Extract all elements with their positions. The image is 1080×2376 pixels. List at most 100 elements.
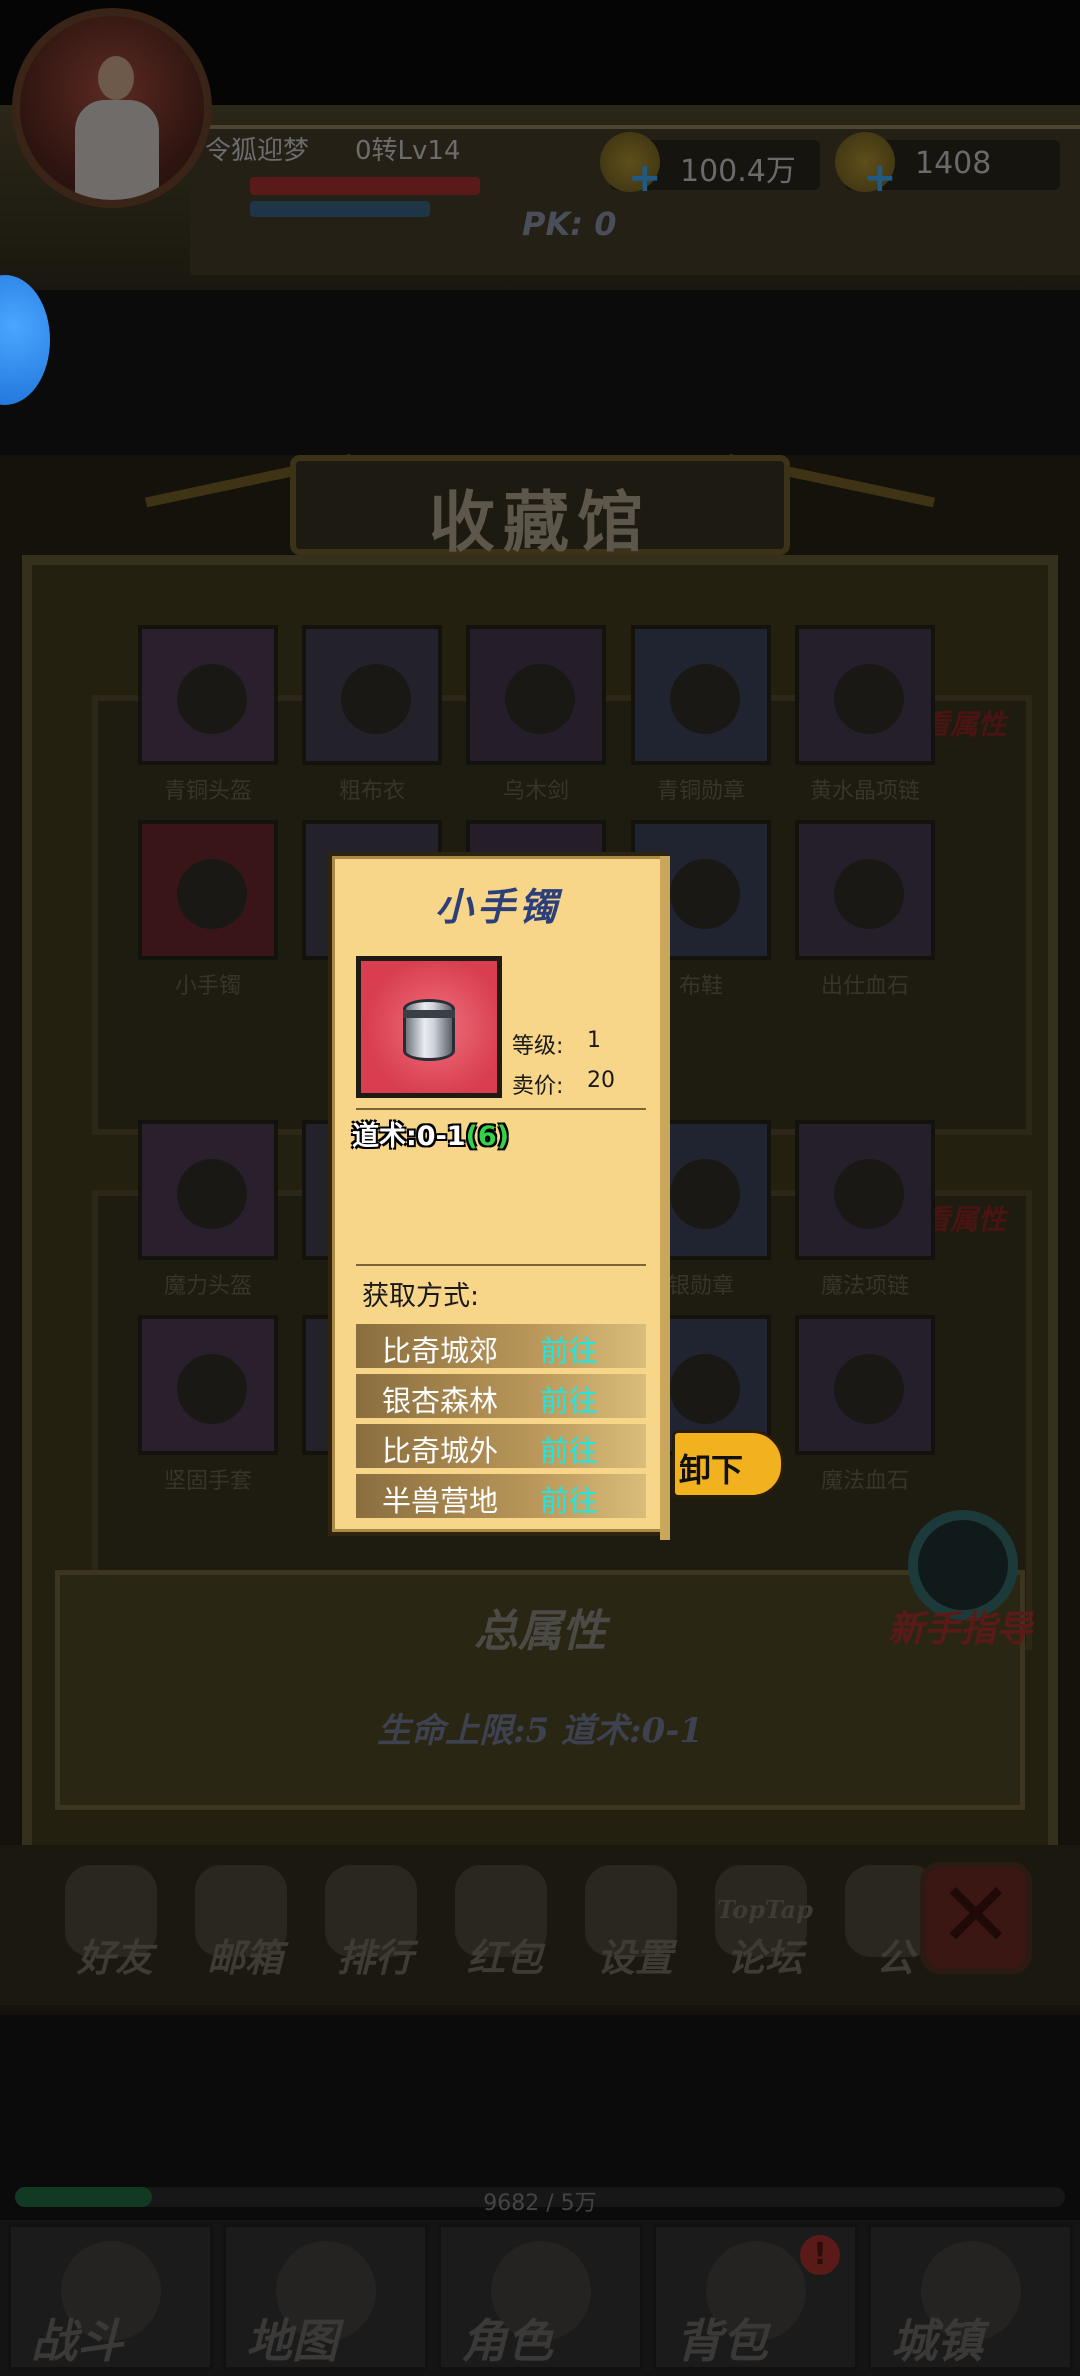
collection-slot-label: 黄水晶项链 xyxy=(809,779,920,804)
item-icon xyxy=(505,664,575,734)
toolbar-label: 好友 xyxy=(76,1935,153,1980)
source-row: 银杏森林 前往 xyxy=(356,1374,646,1418)
total-attributes-panel: 总属性 生命上限:5 道术:0-1 xyxy=(55,1570,1025,1810)
bottom-nav-4[interactable]: 城镇 xyxy=(868,2224,1073,2370)
collection-slot-label: 魔力头盔 xyxy=(163,1274,252,1299)
bottom-nav-2[interactable]: 角色 xyxy=(438,2224,643,2370)
close-museum-button[interactable]: ✕ xyxy=(920,1862,1032,1974)
toolbar-button-2[interactable]: 排行 xyxy=(315,1865,425,1995)
item-tooltip: 小手镯 等级: 1 卖价: 20 道术:0-1(6) 获取方式: 比奇城郊 前往银… xyxy=(328,852,670,1540)
item-icon xyxy=(177,1159,247,1229)
nav-label: 角色 xyxy=(461,2314,553,2368)
collection-slot[interactable] xyxy=(466,625,606,765)
total-attributes-values: 生命上限:5 道术:0-1 xyxy=(376,1711,704,1751)
toolbar-label: 设置 xyxy=(596,1935,673,1980)
bag-alert-badge: ! xyxy=(800,2235,840,2275)
collection-slot-label: 粗布衣 xyxy=(338,779,405,804)
avatar-head xyxy=(98,56,134,100)
toolbar-button-1[interactable]: 邮箱 xyxy=(185,1865,295,1995)
hp-bar xyxy=(250,177,480,195)
item-level-value: 1 xyxy=(587,1028,601,1053)
toolbar-button-5[interactable]: 论坛 xyxy=(705,1865,815,1995)
bonus-open: ( xyxy=(465,1121,478,1152)
item-icon xyxy=(834,664,904,734)
newbie-guide-button[interactable]: 新手指导 xyxy=(888,1510,1048,1650)
add-gold-icon[interactable]: + xyxy=(628,158,662,198)
item-image-frame xyxy=(356,956,502,1098)
item-icon xyxy=(177,859,247,929)
item-icon xyxy=(177,664,247,734)
toolbar-label: 排行 xyxy=(336,1935,413,1980)
collection-slot[interactable] xyxy=(138,625,278,765)
mp-bar xyxy=(250,201,430,217)
item-icon xyxy=(834,1159,904,1229)
bonus-value: 6 xyxy=(477,1121,497,1152)
item-icon xyxy=(670,1354,740,1424)
bottom-nav-1[interactable]: 地图 xyxy=(223,2224,428,2370)
go-link[interactable]: 前往 xyxy=(540,1478,598,1520)
item-icon xyxy=(834,1354,904,1424)
toolbar-button-4[interactable]: 设置 xyxy=(575,1865,685,1995)
collection-slot[interactable] xyxy=(795,625,935,765)
collection-slot[interactable] xyxy=(631,625,771,765)
attribute-bonus: (6) xyxy=(466,1121,509,1152)
attribute-main: 道术:0-1 xyxy=(352,1121,466,1152)
collection-slot[interactable] xyxy=(795,820,935,960)
collection-slot-label: 青铜头盔 xyxy=(163,779,252,804)
source-name: 银杏森林 xyxy=(382,1384,499,1418)
item-icon xyxy=(670,664,740,734)
collection-slot-label: 乌木剑 xyxy=(502,779,569,804)
nav-label: 城镇 xyxy=(891,2314,983,2368)
nav-label: 背包 xyxy=(676,2314,768,2368)
collection-slot[interactable] xyxy=(138,1120,278,1260)
forum-toptap-label: TopTap xyxy=(717,1895,813,1924)
toolbar-button-3[interactable]: 红包 xyxy=(445,1865,555,1995)
collection-slot[interactable] xyxy=(795,1315,935,1455)
go-link[interactable]: 前往 xyxy=(540,1328,598,1370)
go-link[interactable]: 前往 xyxy=(540,1378,598,1420)
source-row: 比奇城外 前往 xyxy=(356,1424,646,1468)
museum-title-plate: 收藏馆 xyxy=(290,455,790,561)
unequip-button[interactable]: 卸下 xyxy=(672,1430,784,1498)
player-avatar[interactable] xyxy=(12,8,212,208)
item-icon xyxy=(670,859,740,929)
bonus-close: ) xyxy=(496,1121,510,1152)
item-price-label: 卖价: xyxy=(512,1074,564,1099)
pk-value: PK: 0 xyxy=(522,205,617,243)
nav-label: 地图 xyxy=(246,2314,338,2368)
source-row: 比奇城郊 前往 xyxy=(356,1324,646,1368)
item-icon xyxy=(341,664,411,734)
item-level-label: 等级: xyxy=(512,1034,564,1059)
gold-resource: + 100.4万 xyxy=(600,132,820,198)
bangle-icon xyxy=(403,999,455,1061)
museum-title: 收藏馆 xyxy=(429,483,651,561)
floating-assistant-button[interactable] xyxy=(0,275,50,405)
item-icon xyxy=(670,1159,740,1229)
collection-slot-label: 青铜勋章 xyxy=(656,779,745,804)
avatar-body xyxy=(75,100,159,200)
gold-value: 100.4万 xyxy=(680,154,796,189)
total-attributes-title: 总属性 xyxy=(474,1606,606,1657)
collection-slot[interactable] xyxy=(302,625,442,765)
bottom-nav-0[interactable]: 战斗 xyxy=(8,2224,213,2370)
collection-slot[interactable] xyxy=(138,1315,278,1455)
item-attribute: 道术:0-1(6) xyxy=(352,1114,509,1153)
collection-slot[interactable] xyxy=(138,820,278,960)
item-price-value: 20 xyxy=(587,1068,615,1093)
divider xyxy=(356,1108,646,1110)
collection-slot-label: 出仕血石 xyxy=(820,974,909,999)
nav-label: 战斗 xyxy=(31,2314,123,2368)
toolbar-label: 论坛 xyxy=(726,1935,803,1980)
toolbar-label: 邮箱 xyxy=(206,1935,283,1980)
collection-slot-label: 小手镯 xyxy=(174,974,241,999)
toolbar-button-0[interactable]: 好友 xyxy=(55,1865,165,1995)
divider xyxy=(356,1264,646,1266)
add-ingot-icon[interactable]: + xyxy=(863,158,897,198)
unequip-label: 卸下 xyxy=(679,1451,744,1489)
player-name: 令狐迎梦 xyxy=(205,136,310,166)
item-icon xyxy=(177,1354,247,1424)
go-link[interactable]: 前往 xyxy=(540,1428,598,1470)
player-level: 0转Lv14 xyxy=(355,136,461,166)
scroll-edge xyxy=(660,856,670,1540)
collection-slot[interactable] xyxy=(795,1120,935,1260)
